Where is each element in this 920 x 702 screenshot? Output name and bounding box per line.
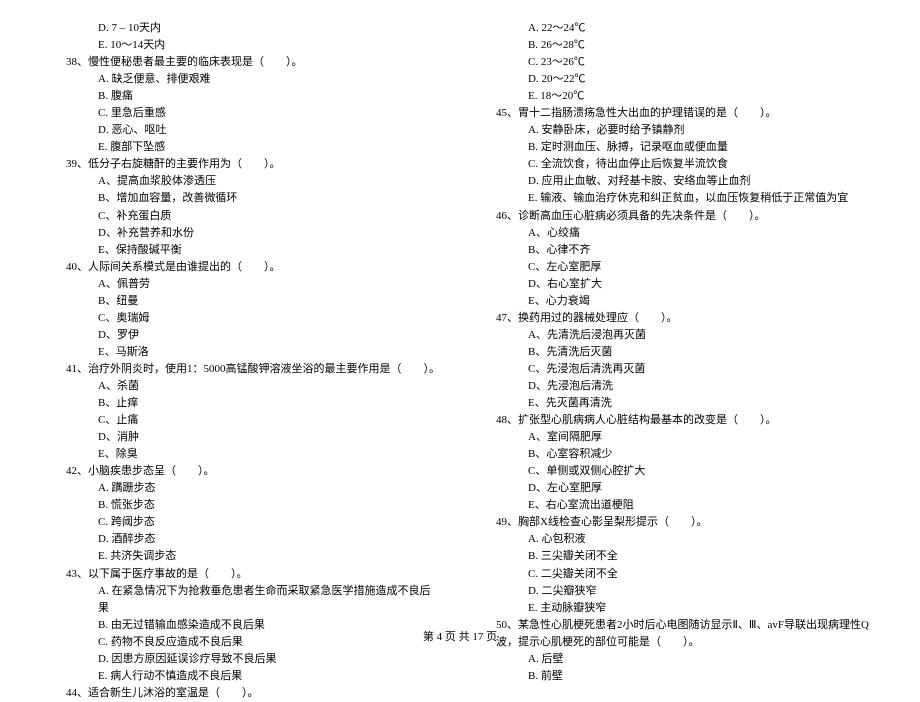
- option: E、保持酸碱平衡: [50, 242, 440, 259]
- option: A. 22～24℃: [480, 20, 870, 37]
- option: A. 心包积液: [480, 531, 870, 548]
- question-stem: 45、胃十二指肠溃疡急性大出血的护理错误的是（ ）。: [480, 105, 870, 122]
- question-stem: 43、以下属于医疗事故的是（ ）。: [50, 566, 440, 583]
- question-stem: 38、慢性便秘患者最主要的临床表现是（ ）。: [50, 54, 440, 71]
- option: E. 输液、输血治疗休克和纠正贫血，以血压恢复稍低于正常值为宜: [480, 190, 870, 207]
- option: C、先浸泡后清洗再灭菌: [480, 361, 870, 378]
- option: D、左心室肥厚: [480, 480, 870, 497]
- option: B. 定时测血压、脉搏，记录呕血或便血量: [480, 139, 870, 156]
- option: C. 药物不良反应造成不良后果: [50, 634, 440, 651]
- option: B. 26～28℃: [480, 37, 870, 54]
- question-stem: 48、扩张型心肌病病人心脏结构最基本的改变是（ ）。: [480, 412, 870, 429]
- option: B. 由无过错输血感染造成不良后果: [50, 617, 440, 634]
- option: E、马斯洛: [50, 344, 440, 361]
- question-stem: 40、人际间关系模式是由谁提出的（ ）。: [50, 259, 440, 276]
- option: B、心律不齐: [480, 242, 870, 259]
- option: C. 全流饮食，待出血停止后恢复半流饮食: [480, 156, 870, 173]
- option: D、消肿: [50, 429, 440, 446]
- option: D. 7 – 10天内: [50, 20, 440, 37]
- page-body: D. 7 – 10天内 E. 10～14天内 38、慢性便秘患者最主要的临床表现…: [50, 20, 870, 620]
- option: E. 病人行动不慎造成不良后果: [50, 668, 440, 685]
- option: C. 跨阈步态: [50, 514, 440, 531]
- option: D. 恶心、呕吐: [50, 122, 440, 139]
- option: C、左心室肥厚: [480, 259, 870, 276]
- option: E、先灭菌再清洗: [480, 395, 870, 412]
- option: E、右心室流出道梗阻: [480, 497, 870, 514]
- option: B. 三尖瓣关闭不全: [480, 548, 870, 565]
- option: E. 18～20℃: [480, 88, 870, 105]
- question-stem: 49、胸部X线检查心影呈梨形提示（ ）。: [480, 514, 870, 531]
- option: E、除臭: [50, 446, 440, 463]
- option: A. 蹒跚步态: [50, 480, 440, 497]
- option: A、心绞痛: [480, 225, 870, 242]
- right-column: A. 22～24℃ B. 26～28℃ C. 23～26℃ D. 20～22℃ …: [480, 20, 870, 620]
- option: D. 酒醉步态: [50, 531, 440, 548]
- option: E. 10～14天内: [50, 37, 440, 54]
- option: E、心力衰竭: [480, 293, 870, 310]
- option: C. 里急后重感: [50, 105, 440, 122]
- option: A、先清洗后浸泡再灭菌: [480, 327, 870, 344]
- question-stem: 46、诊断高血压心脏病必须具备的先决条件是（ ）。: [480, 208, 870, 225]
- option: B. 前壁: [480, 668, 870, 685]
- option: A. 在紧急情况下为抢救垂危患者生命而采取紧急医学措施造成不良后果: [50, 583, 440, 617]
- option: D、补充营养和水份: [50, 225, 440, 242]
- option: C、奥瑞姆: [50, 310, 440, 327]
- option: B、心室容积减少: [480, 446, 870, 463]
- option: E. 共济失调步态: [50, 548, 440, 565]
- option: C、止痛: [50, 412, 440, 429]
- option: D. 20～22℃: [480, 71, 870, 88]
- option: D. 二尖瓣狭窄: [480, 583, 870, 600]
- option: A. 安静卧床，必要时给予镇静剂: [480, 122, 870, 139]
- option: C. 23～26℃: [480, 54, 870, 71]
- left-column: D. 7 – 10天内 E. 10～14天内 38、慢性便秘患者最主要的临床表现…: [50, 20, 440, 620]
- option: A. 缺乏便意、排便艰难: [50, 71, 440, 88]
- option: A. 后壁: [480, 651, 870, 668]
- option: A、佩普劳: [50, 276, 440, 293]
- option: B. 腹痛: [50, 88, 440, 105]
- option: B、纽曼: [50, 293, 440, 310]
- option: D、先浸泡后清洗: [480, 378, 870, 395]
- question-stem: 42、小脑疾患步态呈（ ）。: [50, 463, 440, 480]
- option: B、止痒: [50, 395, 440, 412]
- option: C. 二尖瓣关闭不全: [480, 566, 870, 583]
- option: A、室间隔肥厚: [480, 429, 870, 446]
- option: E. 主动脉瓣狭窄: [480, 600, 870, 617]
- option: D. 因患方原因延误诊疗导致不良后果: [50, 651, 440, 668]
- question-stem: 50、某急性心肌梗死患者2小时后心电图随访显示Ⅱ、Ⅲ、avF导联出现病理性Q波，…: [480, 617, 870, 651]
- question-stem: 41、治疗外阴炎时，使用1：5000高锰酸钾溶液坐浴的最主要作用是（ ）。: [50, 361, 440, 378]
- option: C、补充蛋白质: [50, 208, 440, 225]
- option: C、单侧或双侧心腔扩大: [480, 463, 870, 480]
- option: A、提高血浆胶体渗透压: [50, 173, 440, 190]
- option: E. 腹部下坠感: [50, 139, 440, 156]
- option: D. 应用止血敏、对羟基卡胺、安络血等止血剂: [480, 173, 870, 190]
- option: B、增加血容量，改善微循环: [50, 190, 440, 207]
- option: D、罗伊: [50, 327, 440, 344]
- question-stem: 44、适合新生儿沐浴的室温是（ ）。: [50, 685, 440, 702]
- question-stem: 47、换药用过的器械处理应（ ）。: [480, 310, 870, 327]
- option: B、先清洗后灭菌: [480, 344, 870, 361]
- option: B. 慌张步态: [50, 497, 440, 514]
- question-stem: 39、低分子右旋糖酐的主要作用为（ ）。: [50, 156, 440, 173]
- option: D、右心室扩大: [480, 276, 870, 293]
- option: A、杀菌: [50, 378, 440, 395]
